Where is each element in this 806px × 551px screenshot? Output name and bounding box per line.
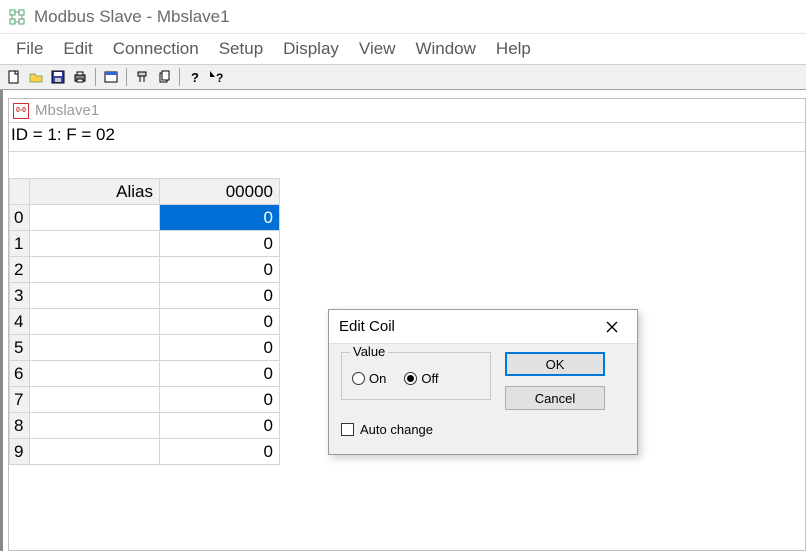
cell-value[interactable]: 0 — [160, 205, 280, 231]
menu-connection[interactable]: Connection — [103, 35, 209, 63]
toolbar-sep — [179, 68, 180, 86]
menu-view[interactable]: View — [349, 35, 406, 63]
status-line: ID = 1: F = 02 — [9, 123, 805, 152]
connect-icon[interactable] — [132, 67, 152, 87]
cell-alias[interactable] — [30, 231, 160, 257]
open-icon[interactable] — [26, 67, 46, 87]
document-icon: 0-0 — [13, 103, 29, 119]
auto-change-checkbox[interactable]: Auto change — [341, 422, 433, 437]
radio-off-circle — [404, 372, 417, 385]
new-icon[interactable] — [4, 67, 24, 87]
menu-setup[interactable]: Setup — [209, 35, 273, 63]
row-header[interactable]: 1 — [10, 231, 30, 257]
print-icon[interactable] — [70, 67, 90, 87]
document-title: Mbslave1 — [35, 102, 99, 119]
cell-value[interactable]: 0 — [160, 335, 280, 361]
radio-off[interactable]: Off — [404, 371, 438, 386]
cell-alias[interactable] — [30, 309, 160, 335]
table-row[interactable]: 50 — [10, 335, 280, 361]
edit-coil-dialog: Edit Coil Value On Off OK Cancel — [328, 309, 638, 455]
row-header[interactable]: 4 — [10, 309, 30, 335]
toolbar-sep — [95, 68, 96, 86]
menu-display[interactable]: Display — [273, 35, 349, 63]
row-header[interactable]: 8 — [10, 413, 30, 439]
menubar: File Edit Connection Setup Display View … — [0, 34, 806, 64]
cell-value[interactable]: 0 — [160, 413, 280, 439]
row-header[interactable]: 6 — [10, 361, 30, 387]
row-header[interactable]: 2 — [10, 257, 30, 283]
radio-on[interactable]: On — [352, 371, 386, 386]
app-icon — [8, 8, 26, 26]
cell-alias[interactable] — [30, 361, 160, 387]
menu-help[interactable]: Help — [486, 35, 541, 63]
document-titlebar[interactable]: 0-0 Mbslave1 — [9, 99, 805, 123]
row-header[interactable]: 0 — [10, 205, 30, 231]
radio-on-circle — [352, 372, 365, 385]
table-row[interactable]: 40 — [10, 309, 280, 335]
cell-value[interactable]: 0 — [160, 283, 280, 309]
table-row[interactable]: 20 — [10, 257, 280, 283]
svg-text:?: ? — [191, 70, 199, 84]
cell-alias[interactable] — [30, 335, 160, 361]
menu-window[interactable]: Window — [405, 35, 485, 63]
row-header[interactable]: 9 — [10, 439, 30, 465]
dialog-titlebar[interactable]: Edit Coil — [329, 310, 637, 344]
toolbar-sep — [126, 68, 127, 86]
ok-button[interactable]: OK — [505, 352, 605, 376]
dialog-body: Value On Off OK Cancel Auto change — [329, 344, 637, 418]
row-header[interactable]: 3 — [10, 283, 30, 309]
table-row[interactable]: 90 — [10, 439, 280, 465]
cell-alias[interactable] — [30, 283, 160, 309]
workspace: 0-0 Mbslave1 ID = 1: F = 02 Alias 00000 … — [0, 90, 806, 551]
help-icon[interactable]: ? — [185, 67, 205, 87]
menu-edit[interactable]: Edit — [53, 35, 102, 63]
cell-value[interactable]: 0 — [160, 309, 280, 335]
menu-file[interactable]: File — [6, 35, 53, 63]
cell-alias[interactable] — [30, 439, 160, 465]
cancel-button[interactable]: Cancel — [505, 386, 605, 410]
data-table: Alias 00000 00102030405060708090 — [9, 178, 280, 465]
dialog-buttons: OK Cancel — [505, 352, 605, 410]
table-row[interactable]: 00 — [10, 205, 280, 231]
value-groupbox: Value On Off — [341, 352, 491, 400]
close-icon[interactable] — [597, 315, 627, 339]
table-row[interactable]: 80 — [10, 413, 280, 439]
row-header[interactable]: 7 — [10, 387, 30, 413]
auto-change-label: Auto change — [360, 422, 433, 437]
app-title: Modbus Slave - Mbslave1 — [34, 7, 230, 27]
cell-value[interactable]: 0 — [160, 439, 280, 465]
window-icon[interactable] — [101, 67, 121, 87]
table-row[interactable]: 30 — [10, 283, 280, 309]
radio-off-label: Off — [421, 371, 438, 386]
cell-alias[interactable] — [30, 205, 160, 231]
radio-on-label: On — [369, 371, 386, 386]
table-row[interactable]: 10 — [10, 231, 280, 257]
table-corner — [10, 179, 30, 205]
cell-alias[interactable] — [30, 257, 160, 283]
save-icon[interactable] — [48, 67, 68, 87]
cell-value[interactable]: 0 — [160, 257, 280, 283]
col-header-alias[interactable]: Alias — [30, 179, 160, 205]
cell-value[interactable]: 0 — [160, 387, 280, 413]
dialog-title: Edit Coil — [339, 318, 395, 335]
context-help-icon[interactable]: ? — [207, 67, 227, 87]
row-header[interactable]: 5 — [10, 335, 30, 361]
copy-icon[interactable] — [154, 67, 174, 87]
table-row[interactable]: 70 — [10, 387, 280, 413]
col-header-value[interactable]: 00000 — [160, 179, 280, 205]
cell-alias[interactable] — [30, 387, 160, 413]
cell-alias[interactable] — [30, 413, 160, 439]
app-titlebar: Modbus Slave - Mbslave1 — [0, 0, 806, 34]
cell-value[interactable]: 0 — [160, 361, 280, 387]
groupbox-legend: Value — [350, 344, 388, 359]
toolbar: ? ? — [0, 64, 806, 90]
svg-text:?: ? — [216, 71, 223, 84]
checkbox-icon — [341, 423, 354, 436]
table-row[interactable]: 60 — [10, 361, 280, 387]
cell-value[interactable]: 0 — [160, 231, 280, 257]
